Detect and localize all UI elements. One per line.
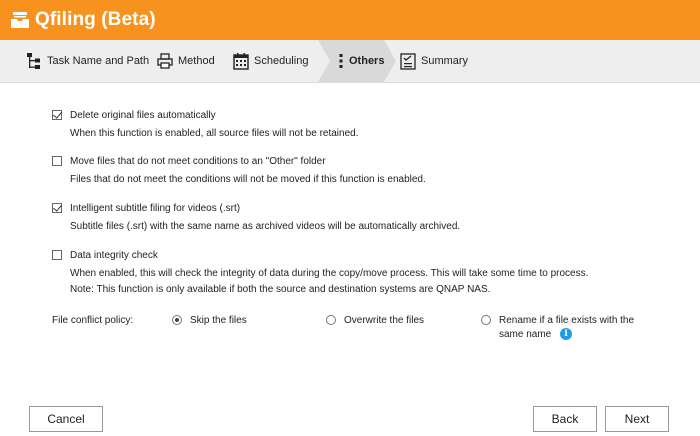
vertical-dots-icon — [338, 53, 344, 69]
wizard-steps: Task Name and Path Method Scheduling Oth… — [0, 40, 700, 83]
radio-label: Overwrite the files — [344, 315, 425, 326]
option-description: When enabled, this will check the integr… — [70, 266, 588, 298]
step-scheduling[interactable]: Scheduling — [233, 40, 308, 82]
radio-overwrite-files[interactable]: Overwrite the files — [326, 314, 424, 328]
radio-label: Rename if a file exists with the same na… — [499, 314, 634, 342]
delete-original-checkbox[interactable] — [52, 110, 62, 120]
move-to-other-folder-checkbox[interactable] — [52, 156, 62, 166]
cancel-button[interactable]: Cancel — [29, 406, 103, 432]
option-label: Move files that do not meet conditions t… — [70, 155, 326, 167]
subtitle-filing-checkbox[interactable] — [52, 203, 62, 213]
option-label: Delete original files automatically — [70, 109, 216, 121]
option-label: Data integrity check — [70, 249, 158, 261]
checklist-icon — [400, 52, 416, 70]
app-title: Qfiling (Beta) — [35, 9, 156, 30]
tree-icon — [26, 52, 42, 70]
radio-label: Skip the files — [190, 315, 247, 326]
file-conflict-policy: File conflict policy: Skip the files Ove… — [0, 313, 700, 353]
radio-button[interactable] — [326, 315, 336, 325]
radio-button[interactable] — [481, 315, 491, 325]
radio-rename-files[interactable]: Rename if a file exists with the same na… — [481, 314, 634, 342]
radio-label-line1: Rename if a file exists with the — [499, 315, 635, 326]
data-integrity-checkbox[interactable] — [52, 250, 62, 260]
radio-button[interactable] — [172, 315, 182, 325]
step-others[interactable]: Others — [338, 40, 384, 82]
option-note-line: Note: This function is only available if… — [70, 284, 491, 295]
step-label: Task Name and Path — [47, 55, 150, 67]
step-label: Others — [349, 55, 385, 67]
back-button[interactable]: Back — [533, 406, 597, 432]
option-description-line: When enabled, this will check the integr… — [70, 268, 589, 279]
title-bar: Qfiling (Beta) — [0, 0, 700, 40]
calendar-icon — [233, 52, 249, 70]
option-label: Intelligent subtitle filing for videos (… — [70, 202, 241, 214]
radio-label-line2: same name — [499, 329, 552, 340]
option-description: Subtitle files (.srt) with the same name… — [70, 221, 461, 232]
option-data-integrity-check: Data integrity check When enabled, this … — [52, 248, 588, 298]
option-move-to-other-folder: Move files that do not meet conditions t… — [52, 154, 426, 188]
next-button[interactable]: Next — [605, 406, 669, 432]
option-delete-original: Delete original files automatically When… — [52, 108, 359, 142]
printer-icon — [157, 53, 173, 69]
option-subtitle-filing: Intelligent subtitle filing for videos (… — [52, 201, 460, 235]
policy-label: File conflict policy: — [52, 315, 134, 326]
option-description: Files that do not meet the conditions wi… — [70, 174, 426, 185]
option-description: When this function is enabled, all sourc… — [70, 128, 359, 139]
step-label: Summary — [421, 55, 469, 67]
info-icon[interactable]: i — [560, 328, 573, 341]
step-method[interactable]: Method — [157, 40, 215, 82]
step-task-name-and-path[interactable]: Task Name and Path — [26, 40, 149, 82]
inbox-tray-icon — [10, 10, 30, 30]
radio-skip-files[interactable]: Skip the files — [172, 314, 247, 328]
step-label: Scheduling — [254, 55, 309, 67]
step-label: Method — [178, 55, 215, 67]
step-summary[interactable]: Summary — [400, 40, 468, 82]
